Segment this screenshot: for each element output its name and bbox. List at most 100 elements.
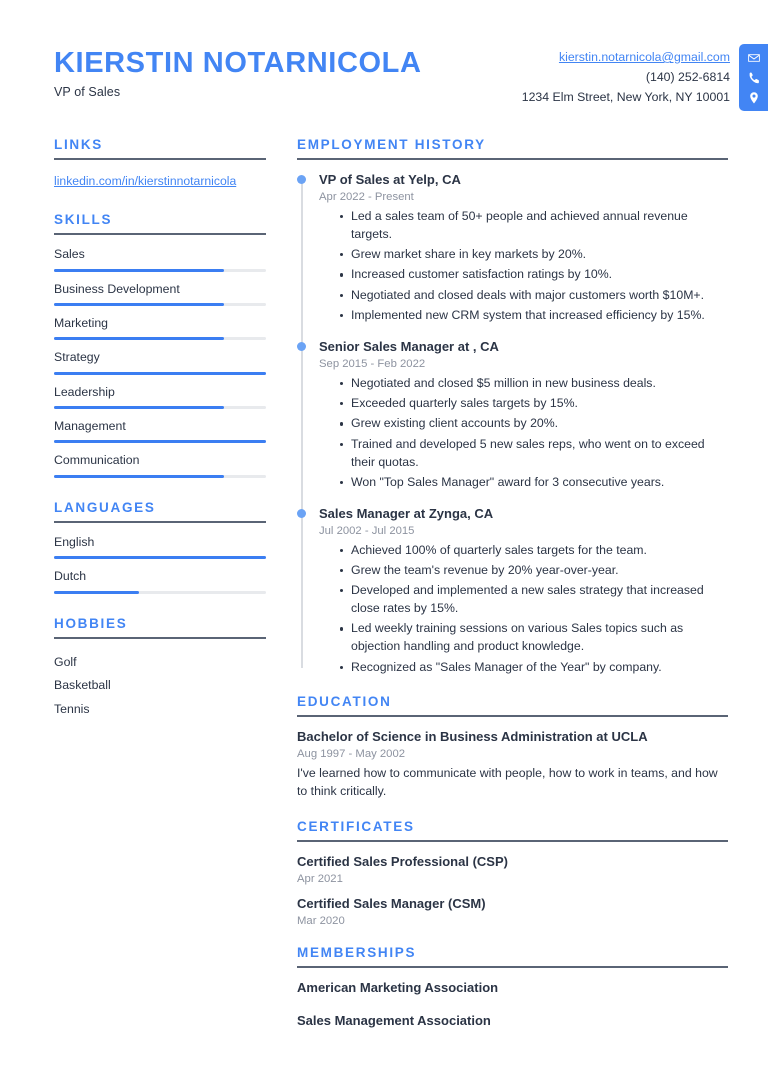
section-divider [297,158,728,160]
section-divider [297,839,728,842]
section-certificates: CERTIFICATES Certified Sales Professiona… [297,819,728,927]
skill-bar-track [54,303,266,307]
hobby-item: Golf [54,654,77,669]
certificate-entry: Certified Sales Professional (CSP) Apr 2… [297,854,728,885]
skill-bar-fill [54,303,224,307]
contact-block: kierstin.notarnicola@gmail.com (140) 252… [522,44,768,111]
certificate-date: Mar 2020 [297,914,345,927]
skill-row: Marketing [54,316,266,341]
skill-label: Communication [54,453,140,468]
job-title: Senior Sales Manager at , CA [319,338,499,354]
skill-bar-track [54,371,266,375]
sidebar: LINKS linkedin.com/in/kierstinnotarnicol… [54,137,266,743]
skill-label: Business Development [54,281,180,296]
main-column: EMPLOYMENT HISTORY VP of Sales at Yelp, … [297,137,768,1030]
section-title-links: LINKS [54,137,103,152]
location-pin-icon [746,90,761,105]
job-bullet: Exceeded quarterly sales targets by 15%. [340,395,728,413]
job-bullets: Negotiated and closed $5 million in new … [319,375,728,492]
contact-email[interactable]: kierstin.notarnicola@gmail.com [559,48,730,68]
skill-row: Leadership [54,384,266,410]
skill-row: Strategy [54,350,266,375]
job-bullet: Achieved 100% of quarterly sales targets… [340,542,728,560]
section-title-education: EDUCATION [297,694,392,710]
skill-label: Strategy [54,350,100,365]
section-skills: SKILLS Sales Business Development Market… [54,212,266,478]
skill-bar-track [54,440,266,444]
job-bullets: Led a sales team of 50+ people and achie… [319,208,728,325]
skill-row: Sales [54,247,266,272]
contact-email-row: kierstin.notarnicola@gmail.com [522,48,730,68]
education-description: I've learned how to communicate with peo… [297,766,718,799]
membership-item: Sales Management Association [297,1012,491,1028]
section-languages: LANGUAGES English Dutch [54,500,266,594]
section-divider [54,233,266,236]
language-row: English [54,535,266,560]
timeline-dot-icon [297,508,306,518]
section-title-memberships: MEMBERSHIPS [297,944,417,960]
skill-bar-track [54,406,266,410]
job-bullet: Grew existing client accounts by 20%. [340,415,728,433]
hobby-item: Basketball [54,678,111,693]
full-name: KIERSTIN NOTARNICOLA [54,47,422,79]
skill-bar-track [54,474,266,478]
phone-icon [746,70,761,85]
job-bullet: Led weekly training sessions on various … [340,620,728,656]
language-bar-track [54,590,266,594]
section-title-skills: SKILLS [54,212,113,228]
job-bullet: Won "Top Sales Manager" award for 3 cons… [340,474,728,492]
job-title-subtitle: VP of Sales [54,84,121,99]
job-entry: Sales Manager at Zynga, CA Jul 2002 - Ju… [297,505,728,677]
job-bullet: Trained and developed 5 new sales reps, … [340,436,728,472]
skill-bar-fill [54,268,224,272]
skill-label: Management [54,419,126,434]
section-title-employment-history: EMPLOYMENT HISTORY [297,137,486,152]
certificate-date: Apr 2021 [297,872,343,885]
skill-label: Leadership [54,384,115,399]
resume-columns: LINKS linkedin.com/in/kierstinnotarnicol… [0,137,768,1030]
skill-bar-fill [54,371,266,375]
certificate-title: Certified Sales Professional (CSP) [297,853,508,869]
education-title: Bachelor of Science in Business Administ… [297,729,648,745]
job-bullet: Increased customer satisfaction ratings … [340,266,728,284]
section-divider [54,520,266,523]
language-label: Dutch [54,569,87,584]
resume-page: KIERSTIN NOTARNICOLA VP of Sales kiersti… [0,0,768,1086]
job-entry: Senior Sales Manager at , CA Sep 2015 - … [297,338,728,492]
skill-row: Business Development [54,281,266,307]
job-bullet: Implemented new CRM system that increase… [340,307,728,325]
skill-bar-fill [54,440,266,444]
education-entry: Bachelor of Science in Business Administ… [297,729,728,801]
language-bar-fill [54,556,266,560]
membership-item: American Marketing Association [297,979,499,995]
language-bar-fill [54,590,139,594]
job-bullet: Grew market share in key markets by 20%. [340,246,728,264]
contact-icon-bar [739,44,768,111]
skill-bar-track [54,268,266,272]
section-divider [54,158,266,160]
skill-row: Communication [54,453,266,478]
certificate-title: Certified Sales Manager (CSM) [297,895,486,911]
language-bar-track [54,556,266,560]
link-item-linkedin[interactable]: linkedin.com/in/kierstinnotarnicola [54,172,266,190]
contact-lines: kierstin.notarnicola@gmail.com (140) 252… [522,44,739,108]
job-date: Apr 2022 - Present [319,190,414,203]
job-bullet: Developed and implemented a new sales st… [340,582,728,618]
skill-label: Marketing [54,316,108,331]
contact-phone: (140) 252-6814 [645,69,730,84]
section-links: LINKS linkedin.com/in/kierstinnotarnicol… [54,137,266,190]
job-title: VP of Sales at Yelp, CA [319,172,461,187]
envelope-icon [746,50,761,65]
timeline-dot-icon [297,341,306,351]
certificate-entry: Certified Sales Manager (CSM) Mar 2020 [297,896,728,927]
identity-block: KIERSTIN NOTARNICOLA VP of Sales [54,44,422,99]
job-bullet: Led a sales team of 50+ people and achie… [340,208,728,244]
skill-label: Sales [54,247,85,262]
job-title: Sales Manager at Zynga, CA [319,505,494,521]
job-bullet: Grew the team's revenue by 20% year-over… [340,562,728,580]
job-entry: VP of Sales at Yelp, CA Apr 2022 - Prese… [297,172,728,325]
section-education: EDUCATION Bachelor of Science in Busines… [297,694,728,801]
contact-address: 1234 Elm Street, New York, NY 10001 [521,89,730,104]
section-divider [297,965,728,968]
education-date: Aug 1997 - May 2002 [297,748,406,761]
